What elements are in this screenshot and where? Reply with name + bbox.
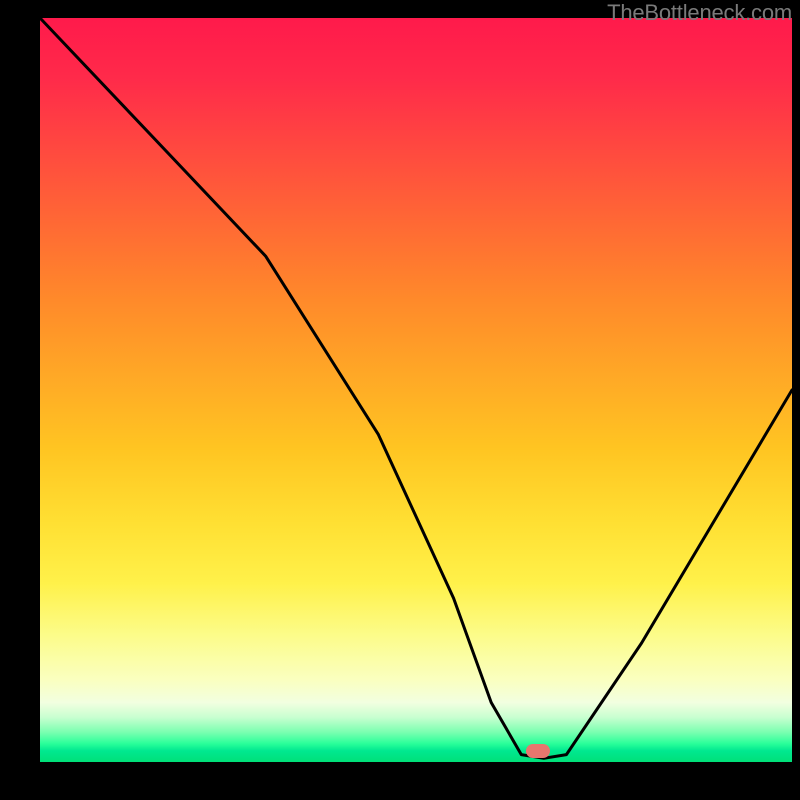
watermark-text: TheBottleneck.com <box>607 0 792 26</box>
bottleneck-curve <box>40 18 792 762</box>
plot-area <box>40 18 792 762</box>
chart-frame: TheBottleneck.com <box>0 0 800 800</box>
optimal-marker <box>526 744 550 758</box>
